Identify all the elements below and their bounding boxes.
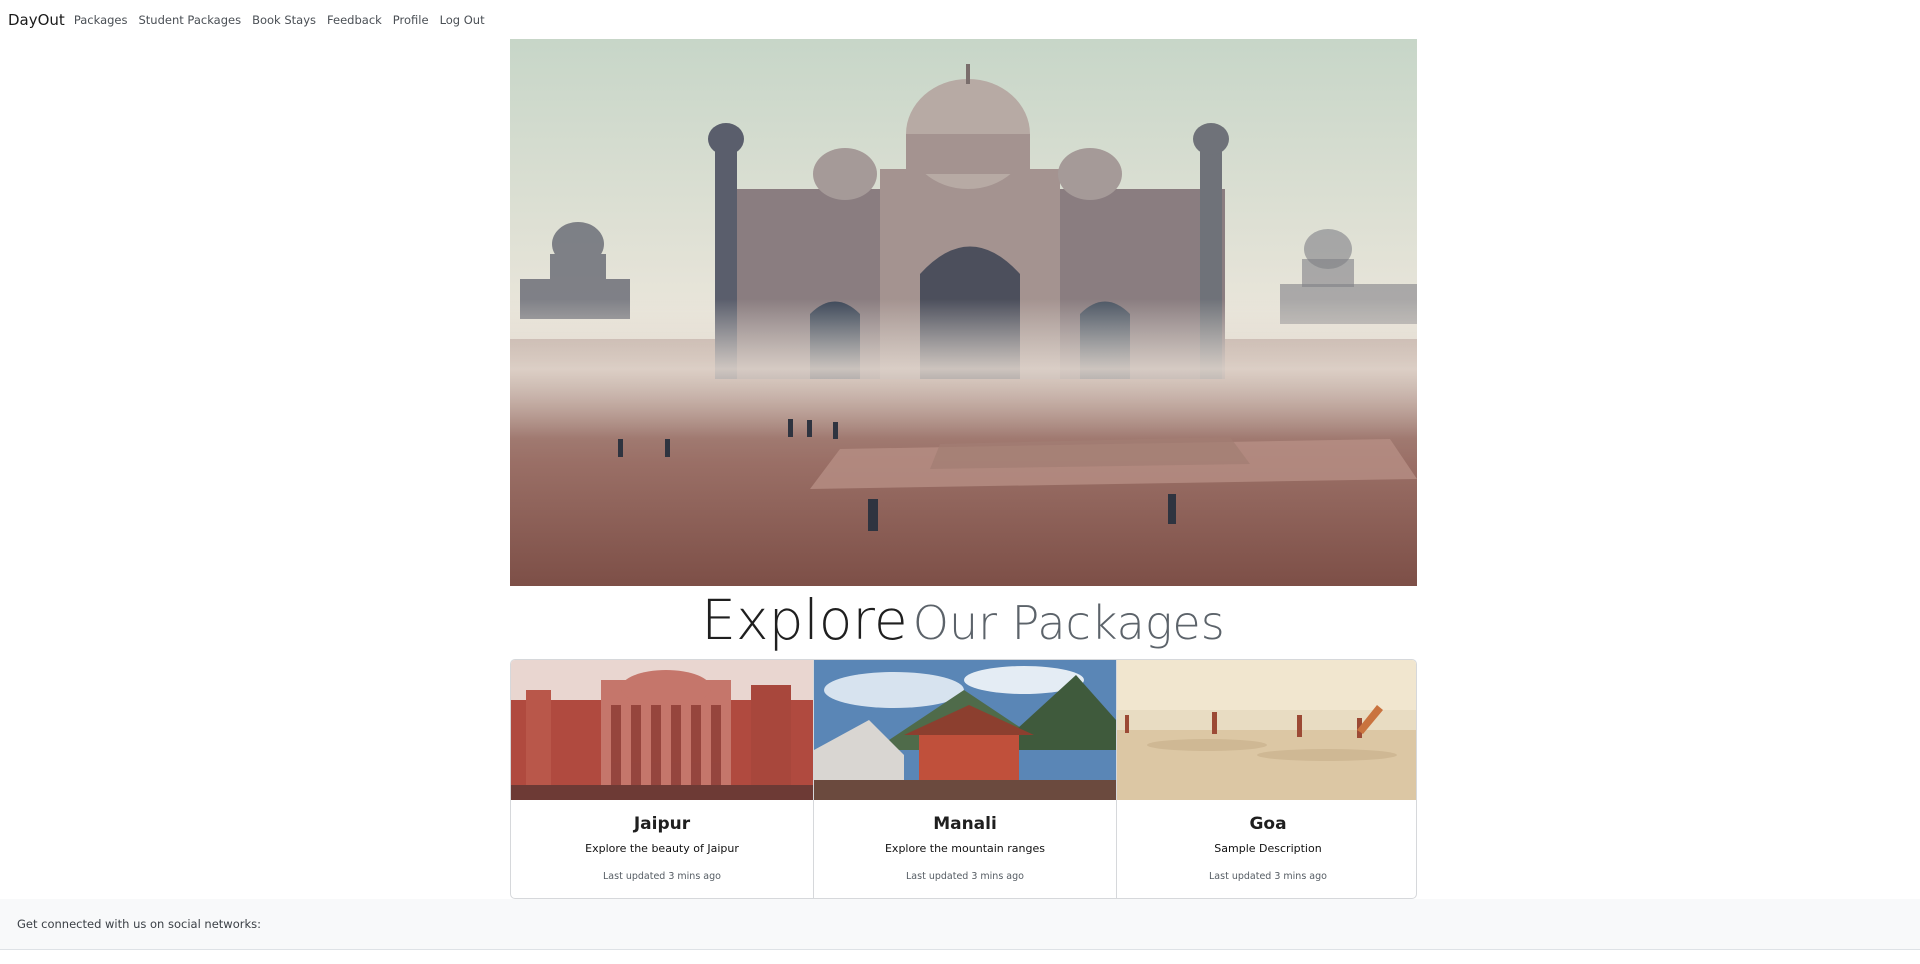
card-updated-text: Last updated 3 mins ago — [603, 871, 721, 882]
section-heading: Explore Our Packages — [0, 590, 1920, 664]
brand-logo[interactable]: DayOut — [8, 11, 65, 29]
package-card-manali[interactable]: Manali Explore the mountain ranges Last … — [814, 660, 1117, 898]
footer-social-text: Get connected with us on social networks… — [17, 917, 262, 931]
heading-muted: Our Packages — [912, 596, 1225, 650]
nav-profile[interactable]: Profile — [393, 13, 429, 27]
card-body: Manali Explore the mountain ranges Last … — [814, 800, 1116, 882]
card-updated-text: Last updated 3 mins ago — [906, 871, 1024, 882]
top-navbar: DayOut Packages Student Packages Book St… — [0, 0, 1920, 40]
card-description: Explore the beauty of Jaipur — [585, 842, 739, 855]
card-title: Goa — [1249, 814, 1287, 834]
card-image-jaipur — [511, 660, 813, 800]
package-card-jaipur[interactable]: Jaipur Explore the beauty of Jaipur Last… — [511, 660, 814, 898]
card-title: Manali — [933, 814, 997, 834]
nav-feedback[interactable]: Feedback — [327, 13, 382, 27]
nav-log-out[interactable]: Log Out — [440, 13, 485, 27]
card-description: Explore the mountain ranges — [884, 842, 1045, 855]
hawa-mahal-illustration — [511, 660, 813, 800]
card-title: Jaipur — [633, 814, 691, 834]
beach-surfers-illustration — [1117, 660, 1416, 800]
card-image-goa — [1117, 660, 1416, 800]
card-description: Sample Description — [1214, 842, 1322, 855]
nav-packages[interactable]: Packages — [74, 13, 128, 27]
footer: Get connected with us on social networks… — [0, 899, 1920, 950]
card-updated-text: Last updated 3 mins ago — [1209, 871, 1327, 882]
nav-links: Packages Student Packages Book Stays Fee… — [74, 13, 496, 27]
card-body: Goa Sample Description Last updated 3 mi… — [1117, 800, 1416, 882]
taj-mahal-illustration — [510, 39, 1417, 586]
package-card-group: Jaipur Explore the beauty of Jaipur Last… — [510, 659, 1417, 899]
heading-strong: Explore — [701, 588, 908, 652]
card-image-manali — [814, 660, 1116, 800]
package-card-goa[interactable]: Goa Sample Description Last updated 3 mi… — [1117, 660, 1416, 898]
nav-book-stays[interactable]: Book Stays — [252, 13, 316, 27]
card-body: Jaipur Explore the beauty of Jaipur Last… — [511, 800, 813, 882]
nav-student-packages[interactable]: Student Packages — [139, 13, 242, 27]
hero-image — [510, 39, 1417, 586]
mountain-temple-illustration — [814, 660, 1116, 800]
